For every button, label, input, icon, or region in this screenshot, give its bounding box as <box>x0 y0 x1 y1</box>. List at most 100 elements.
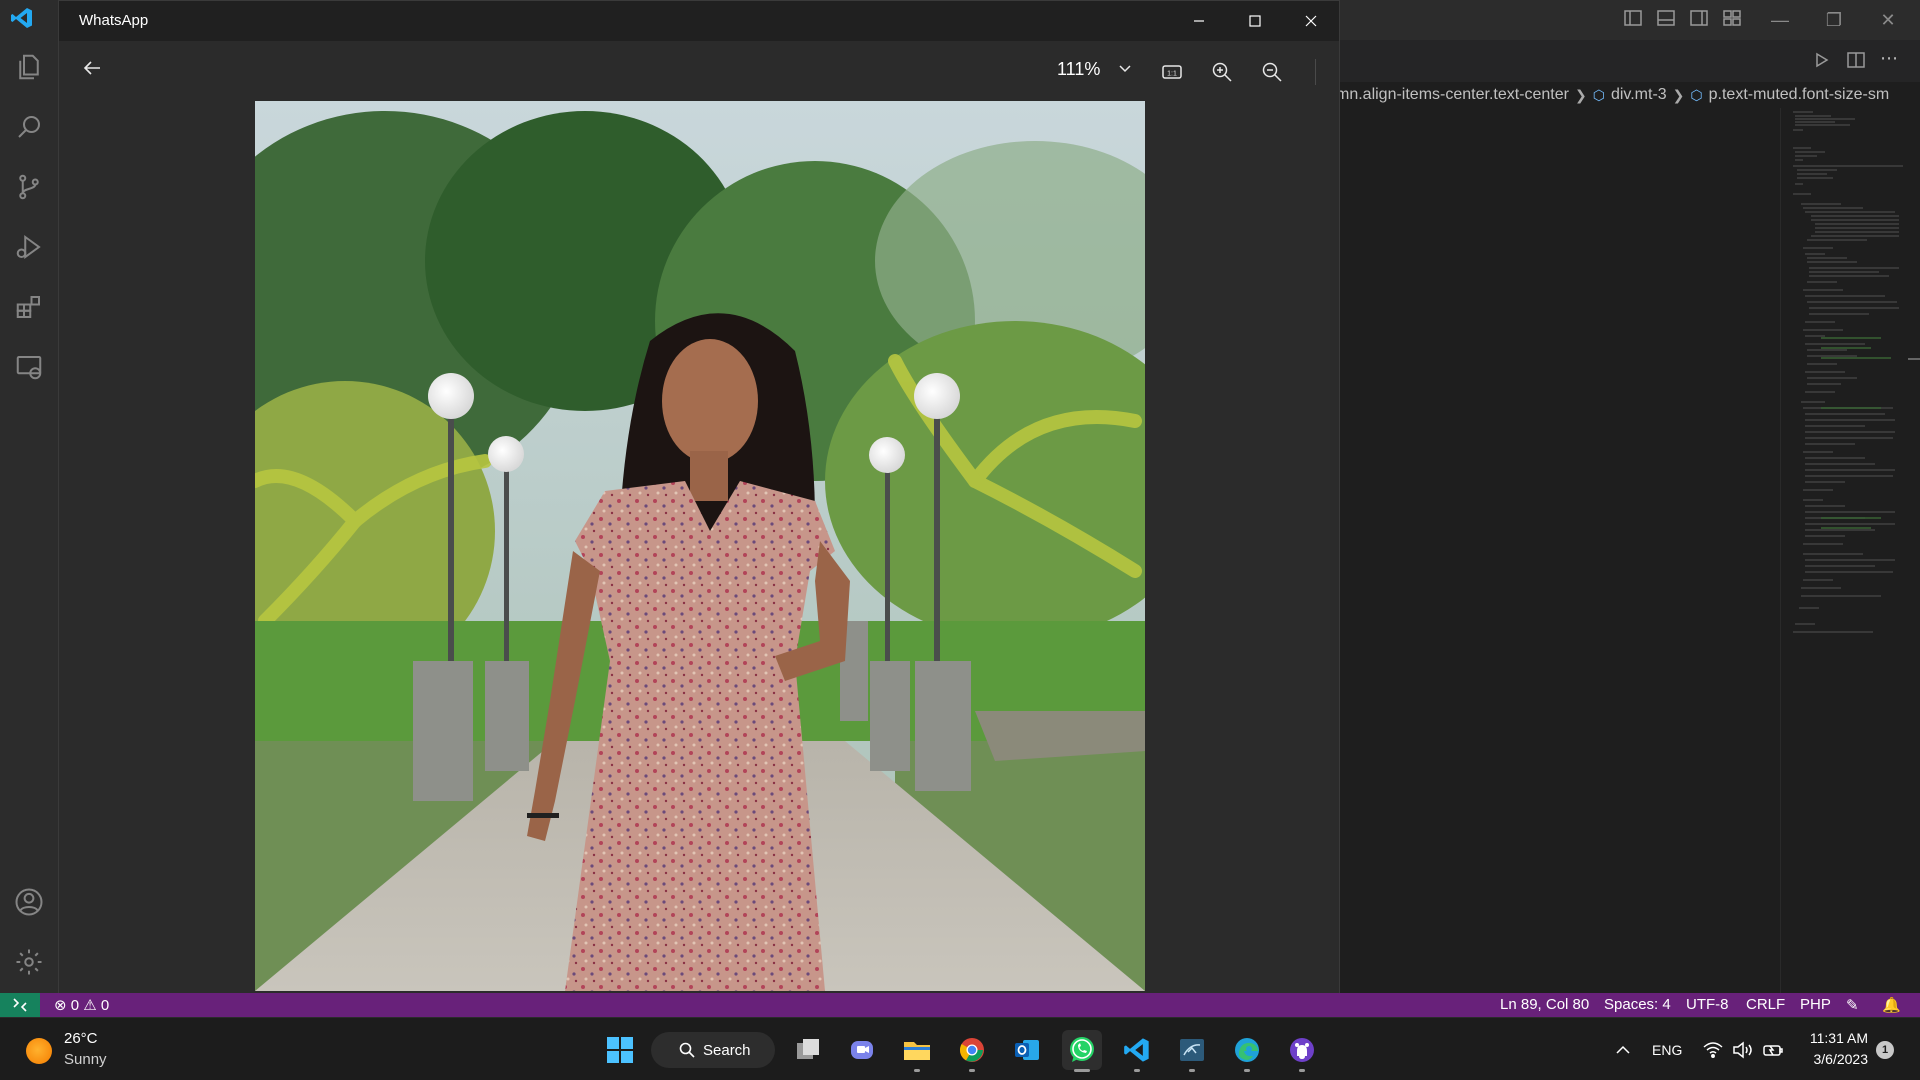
element-cube-icon: ⬡ <box>1592 86 1605 103</box>
minimize-icon <box>1194 20 1204 22</box>
outlook-icon <box>1015 1040 1039 1060</box>
arrow-left-icon <box>83 61 100 75</box>
windows-taskbar: 26°C Sunny Search ENG 11:31 AM 3/6/2023 … <box>0 1017 1920 1080</box>
folder-icon <box>904 1042 930 1060</box>
back-button[interactable] <box>81 57 109 85</box>
zoom-level: 111% <box>1057 59 1101 79</box>
maximize-icon <box>1249 15 1261 27</box>
input-language[interactable]: ENG <box>1652 1018 1682 1080</box>
mysql-workbench-app[interactable] <box>1172 1030 1212 1072</box>
extensions-icon[interactable] <box>12 290 46 324</box>
run-file-icon[interactable] <box>1812 50 1834 72</box>
chrome-app[interactable] <box>952 1030 992 1072</box>
clock-date[interactable]: 3/6/2023 <box>1796 1051 1869 1067</box>
svg-text:1:1: 1:1 <box>1167 71 1177 78</box>
remote-icon <box>13 998 27 1012</box>
edge-app[interactable] <box>1227 1030 1267 1072</box>
window-title: WhatsApp <box>79 12 149 29</box>
zoom-out-icon <box>1262 62 1282 82</box>
warning-icon: ⚠ <box>83 997 97 1014</box>
settings-gear-icon[interactable] <box>12 945 46 979</box>
feedback-icon[interactable]: ✎ <box>1846 996 1859 1014</box>
vscode-status-bar: ⊗ 0 ⚠ 0 Ln 89, Col 80 Spaces: 4 UTF-8 CR… <box>0 993 1920 1017</box>
line-ending[interactable]: CRLF <box>1746 996 1785 1013</box>
maximize-button[interactable] <box>1227 1 1283 41</box>
zoom-dropdown[interactable]: 111% <box>1057 59 1132 80</box>
vscode-maximize-button[interactable]: ❐ <box>1814 5 1854 35</box>
chevron-right-icon: ❯ <box>1672 86 1685 103</box>
run-debug-icon[interactable] <box>12 230 46 264</box>
outlook-app[interactable] <box>1007 1030 1047 1070</box>
breadcrumb-item[interactable]: div.mt-3 <box>1611 86 1667 104</box>
customize-layout-icon[interactable] <box>1722 8 1744 30</box>
error-icon: ⊗ <box>54 997 67 1014</box>
warning-count: 0 <box>100 997 110 1014</box>
show-hidden-icons-button[interactable] <box>1614 1018 1632 1080</box>
github-icon <box>1290 1038 1314 1062</box>
windows-logo-icon <box>607 1037 633 1063</box>
minimize-button[interactable] <box>1171 1 1227 41</box>
task-view-icon <box>797 1039 819 1059</box>
more-actions-icon[interactable]: ⋯ <box>1880 48 1902 70</box>
indentation[interactable]: Spaces: 4 <box>1604 996 1671 1013</box>
notifications-bell-icon[interactable]: 🔔 <box>1882 996 1901 1014</box>
clock-time[interactable]: 11:31 AM <box>1808 1030 1868 1046</box>
close-button[interactable] <box>1283 1 1339 41</box>
teams-chat-app[interactable] <box>842 1030 882 1070</box>
toolbar-divider <box>1315 59 1316 85</box>
cursor-position[interactable]: Ln 89, Col 80 <box>1500 996 1589 1013</box>
volume-icon[interactable] <box>1732 1018 1754 1080</box>
zoom-in-icon <box>1212 62 1232 82</box>
zoom-in-button[interactable] <box>1207 57 1237 87</box>
notification-count-badge[interactable]: 1 <box>1876 1041 1894 1059</box>
battery-icon[interactable] <box>1762 1018 1784 1080</box>
file-explorer-app[interactable] <box>897 1030 937 1072</box>
weather-temperature: 26°C <box>64 1030 98 1047</box>
file-encoding[interactable]: UTF-8 <box>1686 996 1729 1013</box>
whatsapp-titlebar: WhatsApp <box>59 1 1339 41</box>
toggle-panel-icon[interactable] <box>1656 8 1678 30</box>
remote-indicator[interactable] <box>0 993 40 1017</box>
chevron-right-icon: ❯ <box>1574 86 1587 103</box>
toggle-secondary-sidebar-icon[interactable] <box>1689 8 1711 30</box>
image-viewer-toolbar: 111% 1:1 <box>59 41 1339 101</box>
vscode-tab-bar: ⋯ <box>1340 40 1920 82</box>
editor-scrollbar[interactable] <box>1906 108 1920 993</box>
github-desktop-app[interactable] <box>1282 1030 1322 1072</box>
actual-size-button[interactable]: 1:1 <box>1157 57 1187 87</box>
vscode-logo-icon <box>10 6 34 30</box>
language-mode[interactable]: PHP <box>1800 996 1831 1013</box>
chevron-up-icon <box>1616 1045 1630 1054</box>
viewed-photo[interactable] <box>255 101 1145 991</box>
vscode-minimize-button[interactable]: — <box>1760 5 1800 35</box>
database-workbench-icon <box>1180 1039 1204 1061</box>
vscode-close-button[interactable]: ✕ <box>1868 5 1908 35</box>
accounts-icon[interactable] <box>12 885 46 919</box>
wifi-icon[interactable] <box>1702 1018 1724 1080</box>
problems-indicator[interactable]: ⊗ 0 ⚠ 0 <box>54 996 109 1014</box>
start-button[interactable] <box>600 1030 640 1070</box>
task-view-button[interactable] <box>788 1030 828 1070</box>
search-icon[interactable] <box>12 110 46 144</box>
minimap[interactable] <box>1780 108 1906 993</box>
error-count: 0 <box>70 997 80 1014</box>
teams-chat-icon <box>851 1041 873 1059</box>
zoom-out-button[interactable] <box>1257 57 1287 87</box>
remote-explorer-icon[interactable] <box>12 350 46 384</box>
split-editor-icon[interactable] <box>1846 50 1868 72</box>
whatsapp-window: WhatsApp 111% 1:1 <box>58 0 1340 1000</box>
toggle-primary-sidebar-icon[interactable] <box>1623 8 1645 30</box>
vscode-activity-bar <box>0 0 58 993</box>
search-label: Search <box>703 1041 751 1059</box>
breadcrumb-item[interactable]: p.text-muted.font-size-sm <box>1709 86 1890 104</box>
search-icon <box>679 1042 695 1058</box>
edge-icon <box>1235 1038 1259 1062</box>
vscode-app[interactable] <box>1117 1030 1157 1072</box>
explorer-icon[interactable] <box>12 50 46 84</box>
breadcrumb-item[interactable]: mn.align-items-center.text-center <box>1340 86 1569 104</box>
taskbar-search-button[interactable]: Search <box>651 1032 775 1068</box>
whatsapp-app[interactable] <box>1062 1030 1102 1072</box>
source-control-icon[interactable] <box>12 170 46 204</box>
minimap-code-lines <box>1793 111 1903 633</box>
whatsapp-icon <box>1070 1037 1094 1062</box>
